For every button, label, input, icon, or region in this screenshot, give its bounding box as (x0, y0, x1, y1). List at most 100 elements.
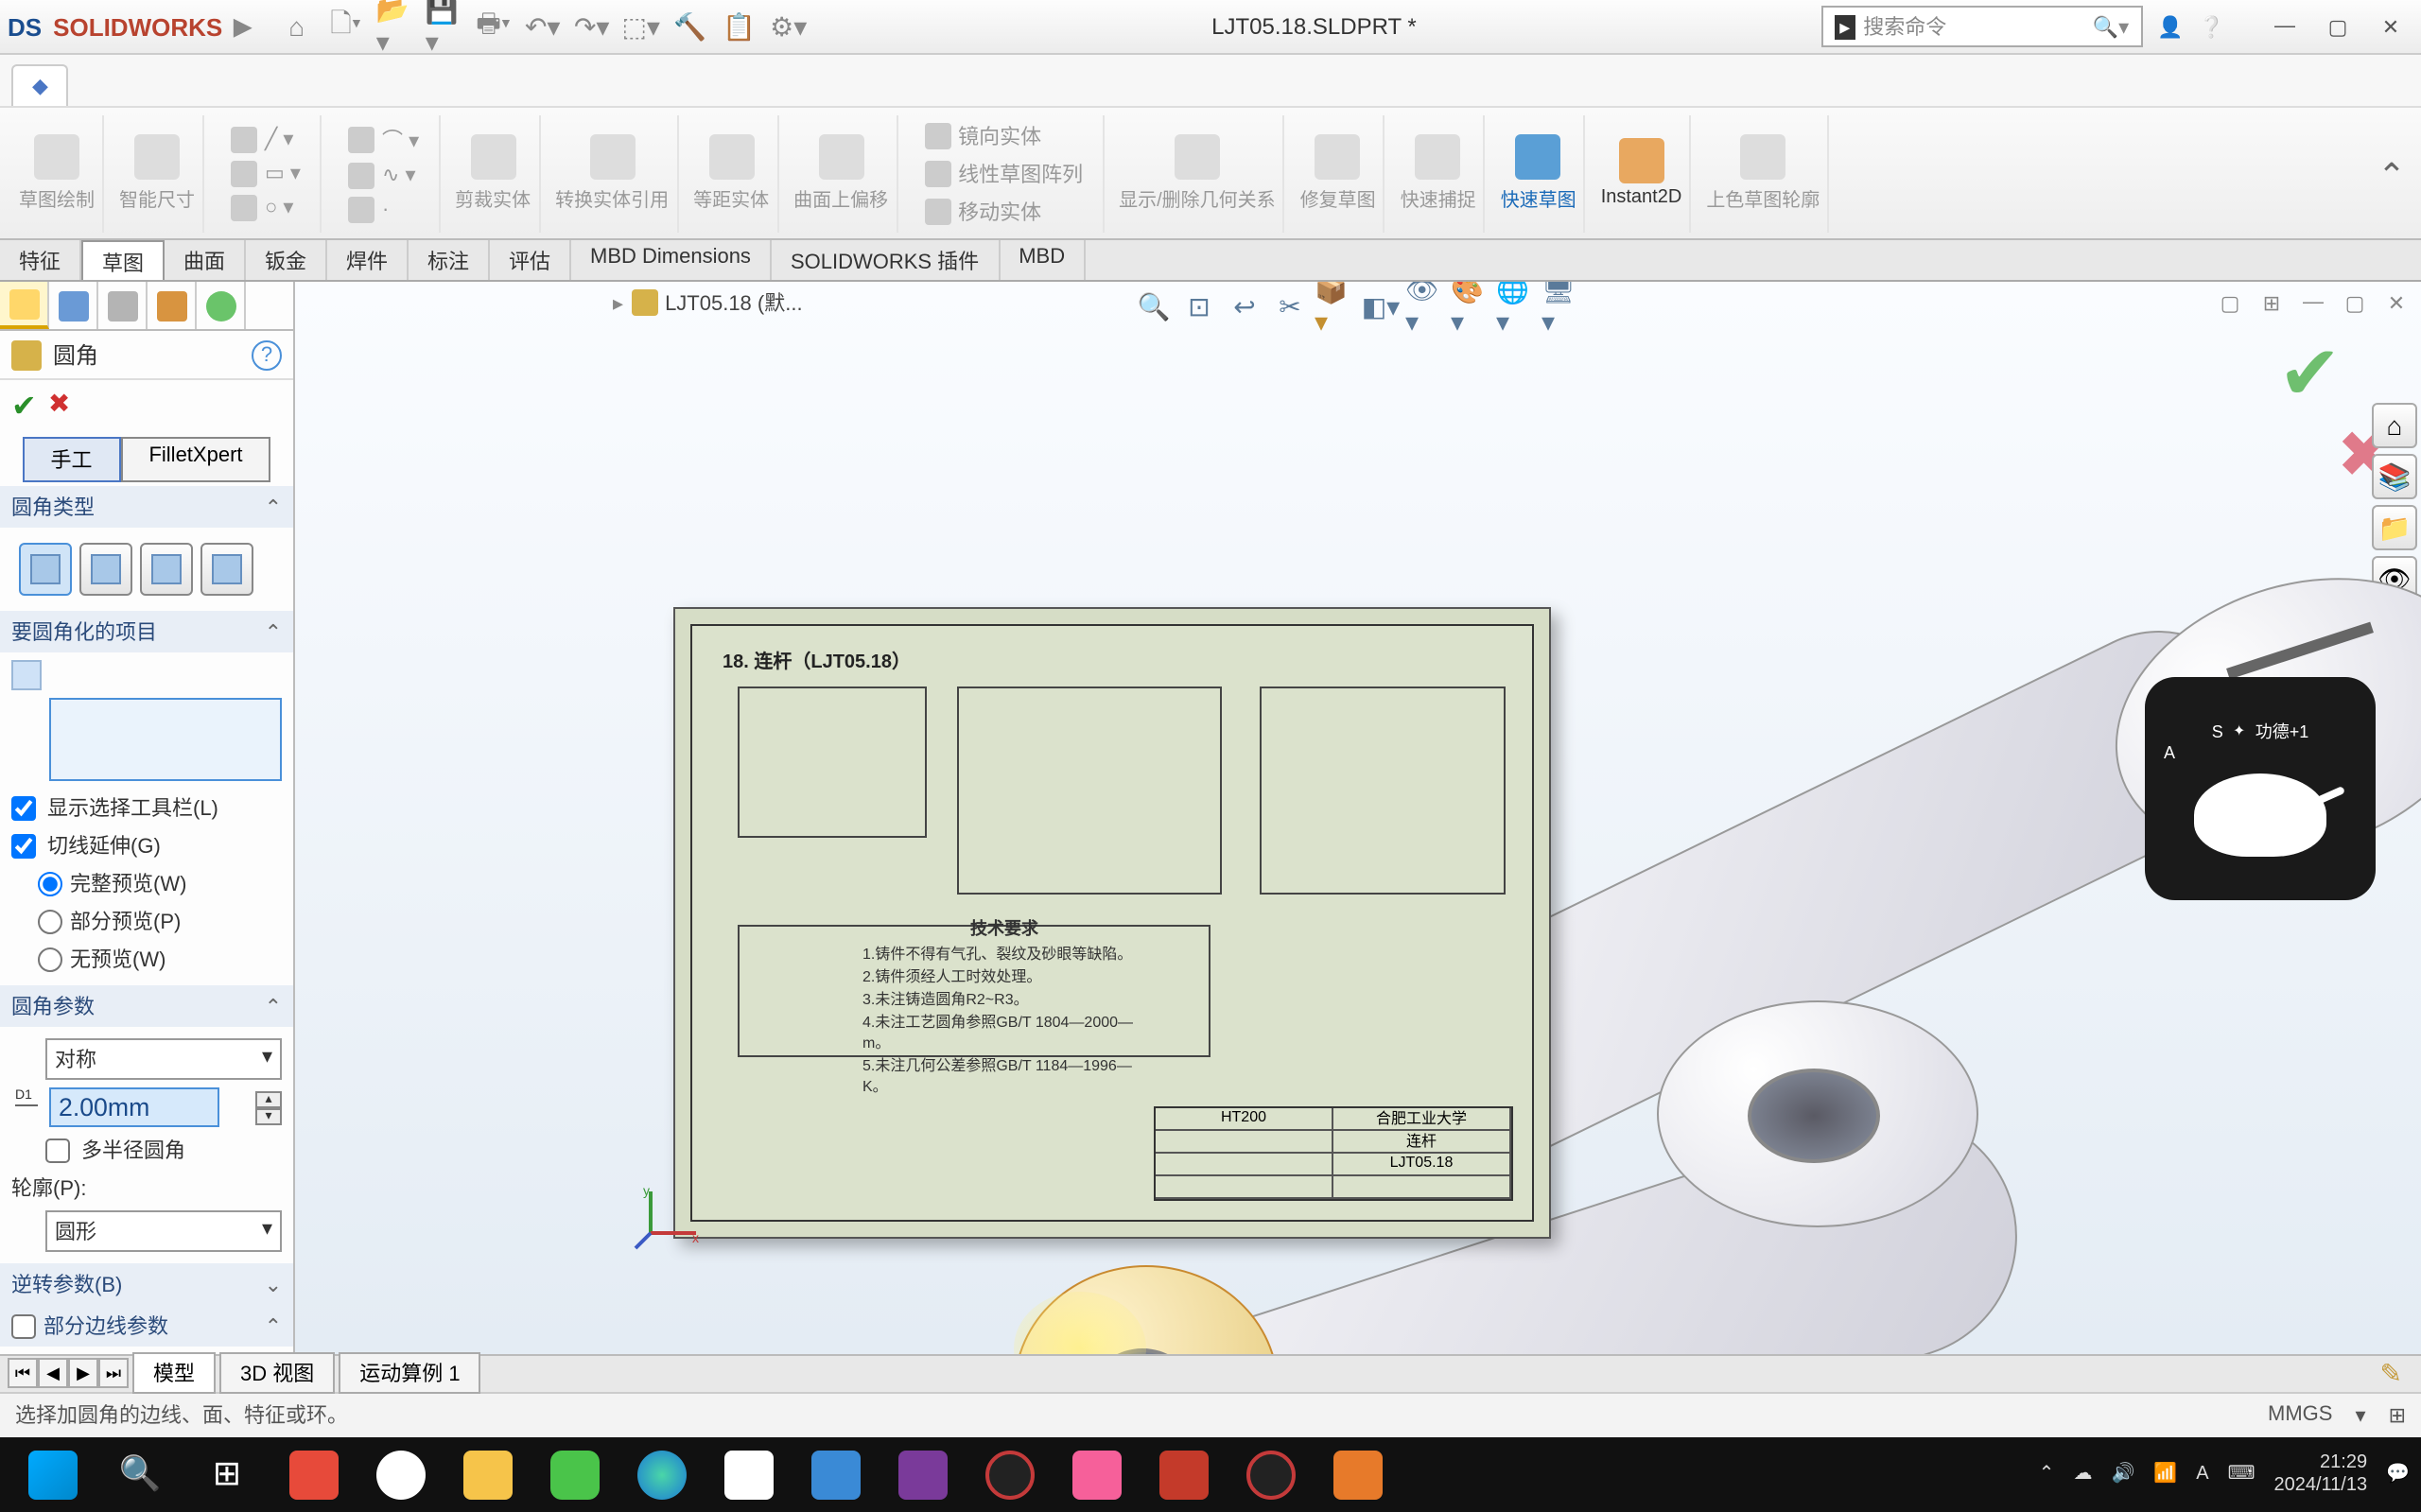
ribbon-repair[interactable]: 修复草图 (1293, 114, 1385, 232)
tray-volume-icon[interactable]: 🔊 (2111, 1464, 2134, 1485)
solidworks-taskbar[interactable] (1142, 1440, 1226, 1508)
ck-show-toolbar[interactable]: 显示选择工具栏(L) (11, 789, 282, 826)
radio-none-input[interactable] (38, 947, 62, 971)
radio-full-input[interactable] (38, 871, 62, 895)
tray-ime-icon[interactable]: A (2196, 1464, 2208, 1485)
app-3[interactable] (707, 1440, 791, 1508)
appearance-icon[interactable]: 🎨▾ (1451, 286, 1492, 327)
zoom-fit-icon[interactable]: 🔍 (1133, 286, 1175, 327)
confirm-corner-ok[interactable]: ✔ (2278, 331, 2342, 418)
task-resources-icon[interactable]: 📚 (2372, 454, 2417, 499)
ribbon-quick-sketch[interactable]: 快速草图 (1493, 114, 1586, 232)
task-home-icon[interactable]: ⌂ (2372, 403, 2417, 448)
record-1[interactable] (968, 1440, 1052, 1508)
radio-partial-preview[interactable]: 部分预览(P) (11, 902, 282, 940)
new-icon[interactable]: 🗋▾ (327, 8, 365, 45)
fillet-type-constant[interactable] (19, 543, 72, 596)
fm-tab-dimxpert[interactable] (148, 282, 197, 329)
explorer-button[interactable] (446, 1440, 530, 1508)
tab-features[interactable]: 特征 (0, 240, 81, 280)
ribbon-convert[interactable]: 转换实体引用 (548, 114, 678, 232)
ck-multi-radius-input[interactable] (45, 1138, 70, 1162)
tab-nav-first[interactable]: ⏮ (8, 1358, 38, 1388)
spline-tool[interactable]: ∿ ▾ (340, 160, 427, 190)
ck-partial-edge-input[interactable] (11, 1313, 36, 1338)
fm-tab-property[interactable] (49, 282, 98, 329)
tray-chevron-icon[interactable]: ⌃ (2039, 1464, 2055, 1485)
gfx-close-icon[interactable]: ✕ (2379, 286, 2413, 320)
hide-show-icon[interactable]: 👁▾ (1405, 286, 1447, 327)
start-button[interactable] (11, 1440, 95, 1508)
settings-icon[interactable]: ⚙▾ (770, 8, 808, 45)
search-button[interactable]: 🔍 (98, 1440, 182, 1508)
status-units[interactable]: MMGS (2268, 1403, 2332, 1426)
point-tool[interactable]: · (340, 194, 427, 224)
help-icon[interactable]: ❔ (2199, 14, 2224, 39)
app-5[interactable] (881, 1440, 965, 1508)
ok-button[interactable]: ✔ (11, 388, 37, 426)
sec-params[interactable]: 圆角参数⌃ (0, 985, 293, 1027)
sec-fillet-type[interactable]: 圆角类型⌃ (0, 486, 293, 528)
arc-tool[interactable]: ⌒ ▾ (340, 122, 427, 156)
bottom-tab-3dview[interactable]: 3D 视图 (219, 1352, 335, 1394)
tab-nav-next[interactable]: ▶ (68, 1358, 98, 1388)
user-icon[interactable]: 👤 (2157, 14, 2183, 39)
ribbon-sketch[interactable]: 草图绘制 (11, 114, 104, 232)
symmetry-dropdown[interactable]: 对称▾ (45, 1038, 282, 1080)
edge-button[interactable] (620, 1440, 704, 1508)
search-input[interactable]: ▸ 搜索命令 🔍▾ (1820, 6, 2142, 47)
cancel-button[interactable]: ✖ (48, 388, 70, 426)
radius-input[interactable] (49, 1087, 219, 1127)
circle-tool[interactable]: ○ ▾ (223, 192, 308, 222)
tab-nav-last[interactable]: ⏭ (98, 1358, 129, 1388)
selection-list[interactable] (49, 698, 282, 781)
notification-icon[interactable]: 💬 (2386, 1464, 2410, 1485)
tab-annotate[interactable]: 标注 (409, 240, 490, 280)
bilibili-button[interactable] (1055, 1440, 1139, 1508)
wechat-button[interactable] (533, 1440, 617, 1508)
viewport-link-icon[interactable]: ⊞ (2255, 286, 2289, 320)
rect-tool[interactable]: ▭ ▾ (223, 158, 308, 188)
ribbon-offset[interactable]: 等距实体 (686, 114, 778, 232)
tab-sketch[interactable]: 草图 (81, 240, 165, 280)
move-tool[interactable]: 移动实体 (916, 194, 1090, 228)
taskbar-clock[interactable]: 21:29 2024/11/13 (2273, 1451, 2367, 1497)
print-icon[interactable]: 🖶▾ (475, 8, 513, 45)
radio-no-preview[interactable]: 无预览(W) (11, 940, 282, 978)
redo-icon[interactable]: ↷▾ (573, 8, 611, 45)
line-tool[interactable]: ╱ ▾ (223, 124, 308, 154)
fm-tab-display[interactable] (197, 282, 246, 329)
maximize-button[interactable]: ▢ (2315, 8, 2360, 45)
home-icon[interactable]: ⌂ (278, 8, 316, 45)
file-tab-part[interactable]: ◆ (11, 64, 69, 106)
tab-mbd[interactable]: MBD (1000, 240, 1086, 280)
tab-surface[interactable]: 曲面 (165, 240, 246, 280)
app-4[interactable] (794, 1440, 878, 1508)
mirror-tool[interactable]: 镜向实体 (916, 118, 1090, 152)
bottom-tab-model[interactable]: 模型 (132, 1352, 216, 1394)
prev-view-icon[interactable]: ↩ (1224, 286, 1265, 327)
options-icon[interactable]: 📋 (721, 8, 758, 45)
record-2[interactable] (1229, 1440, 1313, 1508)
ck-multi-radius[interactable]: 多半径圆角 (11, 1131, 282, 1169)
tab-evaluate[interactable]: 评估 (490, 240, 571, 280)
tab-sheetmetal[interactable]: 钣金 (246, 240, 327, 280)
scene-icon[interactable]: 🌐▾ (1496, 286, 1538, 327)
select-icon[interactable]: ⬚▾ (622, 8, 660, 45)
breadcrumb-doc[interactable]: LJT05.18 (默... (665, 287, 803, 318)
display-style-icon[interactable]: ◧▾ (1360, 286, 1402, 327)
search-icon[interactable]: 🔍▾ (2093, 14, 2129, 39)
section-view-icon[interactable]: ✂ (1269, 286, 1311, 327)
status-custom-icon[interactable]: ⊞ (2389, 1402, 2406, 1427)
app-1[interactable] (272, 1440, 356, 1508)
ribbon-trim[interactable]: 剪裁实体 (447, 114, 540, 232)
taskview-button[interactable]: ⊞ (185, 1440, 269, 1508)
mascot-overlay[interactable]: S ✦ 功德+1 A (2145, 676, 2376, 899)
pattern-tool[interactable]: 线性草图阵列 (916, 156, 1090, 190)
fm-tab-config[interactable] (98, 282, 148, 329)
tab-mbd-dim[interactable]: MBD Dimensions (571, 240, 772, 280)
ribbon-color[interactable]: 上色草图轮廓 (1698, 114, 1829, 232)
render-icon[interactable]: 🖥▾ (1541, 286, 1583, 327)
mode-filletxpert[interactable]: FilletXpert (120, 437, 270, 482)
radio-full-preview[interactable]: 完整预览(W) (11, 864, 282, 902)
